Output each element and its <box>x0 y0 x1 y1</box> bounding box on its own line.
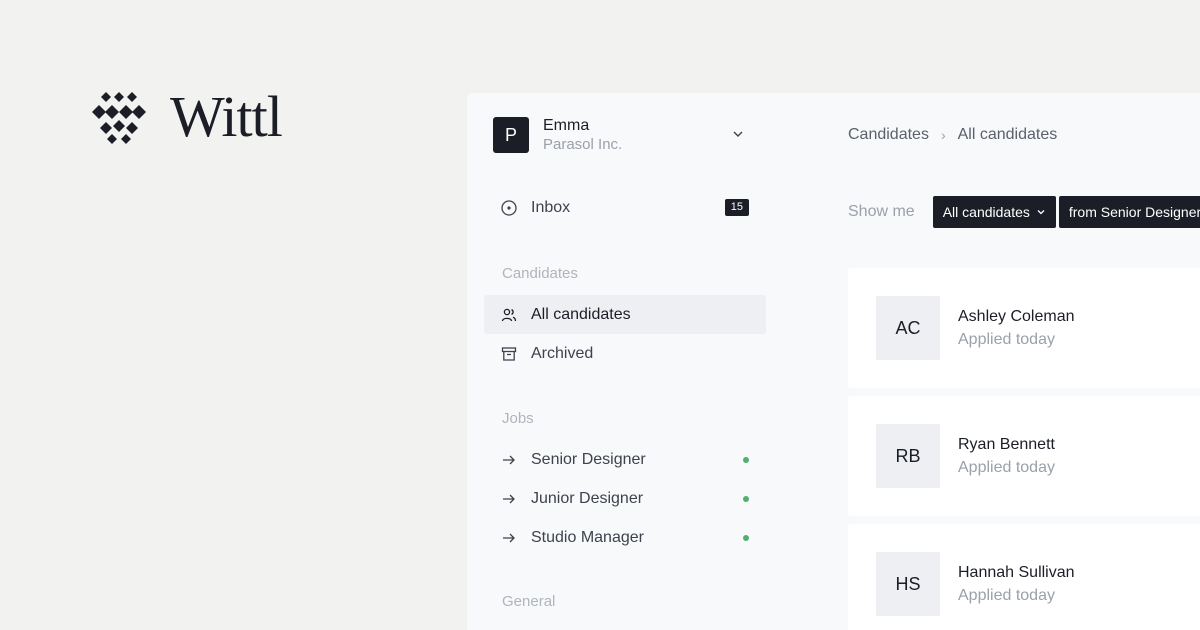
breadcrumb-candidates[interactable]: Candidates <box>848 126 929 144</box>
brand-logo: Wittl <box>92 84 283 149</box>
arrow-right-icon <box>503 494 515 503</box>
brand-wordmark: Wittl <box>170 84 283 149</box>
sidebar-item-label: Archived <box>531 344 594 362</box>
sidebar-item-inbox[interactable]: Inbox 15 <box>484 188 766 227</box>
archive-icon <box>501 346 517 361</box>
candidate-name: Ryan Bennett <box>958 436 1055 453</box>
chevron-down-icon <box>733 131 743 137</box>
candidate-card[interactable]: HS Hannah Sullivan Applied today <box>848 524 1200 630</box>
sidebar-item-label: All candidates <box>531 305 631 323</box>
candidate-status: Applied today <box>958 331 1055 348</box>
main-content: Candidates › All candidates Show me All … <box>848 93 1200 630</box>
sidebar-item-label: Studio Manager <box>531 528 644 546</box>
avatar: AC <box>876 296 940 360</box>
candidate-status: Applied today <box>958 587 1055 604</box>
candidate-status: Applied today <box>958 459 1055 476</box>
section-label-jobs: Jobs <box>502 410 534 427</box>
job-status-dot <box>743 535 749 541</box>
sidebar-item-label: Junior Designer <box>531 489 644 507</box>
avatar: HS <box>876 552 940 616</box>
filter-chip-scope[interactable]: All candidates <box>932 196 1056 228</box>
candidate-card[interactable]: RB Ryan Bennett Applied today <box>848 396 1200 516</box>
workspace-avatar: P <box>493 117 529 153</box>
org-name: Parasol Inc. <box>543 136 623 153</box>
sidebar-item-label: Senior Designer <box>531 450 646 468</box>
breadcrumb-all-candidates: All candidates <box>957 126 1058 143</box>
diamond-cluster-icon <box>92 92 146 144</box>
avatar: RB <box>876 424 940 488</box>
section-label-candidates: Candidates <box>502 265 578 282</box>
sidebar-item-label: Inbox <box>531 198 571 216</box>
filter-bar: Show me All candidates from Senior Desig… <box>848 196 1200 228</box>
chevron-down-icon <box>1037 210 1045 215</box>
workspace-switcher[interactable]: P Emma Parasol Inc. <box>493 116 753 154</box>
candidate-name: Hannah Sullivan <box>958 564 1075 581</box>
arrow-right-icon <box>503 533 515 542</box>
candidate-list: AC Ashley Coleman Applied today RB Ryan … <box>848 268 1200 630</box>
breadcrumb: Candidates › All candidates <box>848 126 1057 144</box>
filter-chip-job[interactable]: from Senior Designer <box>1058 196 1200 228</box>
sidebar: P Emma Parasol Inc. Inbox 15 Candidates <box>467 93 767 630</box>
candidate-name: Ashley Coleman <box>958 308 1075 325</box>
sidebar-item-archived[interactable]: Archived <box>484 334 766 373</box>
inbox-count-badge: 15 <box>724 199 749 216</box>
arrow-right-icon <box>503 455 515 464</box>
user-name: Emma <box>543 117 590 134</box>
sidebar-item-junior-designer[interactable]: Junior Designer <box>484 479 766 518</box>
sidebar-item-studio-manager[interactable]: Studio Manager <box>484 518 766 557</box>
filter-chip-label: from Senior Designer <box>1068 204 1200 220</box>
job-status-dot <box>743 496 749 502</box>
filter-chip-label: All candidates <box>942 204 1030 220</box>
job-status-dot <box>743 457 749 463</box>
candidate-card[interactable]: AC Ashley Coleman Applied today <box>848 268 1200 388</box>
inbox-icon <box>501 199 517 216</box>
sidebar-item-all-candidates[interactable]: All candidates <box>484 295 766 334</box>
filter-label: Show me <box>848 203 915 220</box>
app-window: P Emma Parasol Inc. Inbox 15 Candidates <box>467 93 1200 630</box>
users-icon <box>501 308 517 321</box>
chevron-right-icon: › <box>940 127 946 143</box>
sidebar-item-senior-designer[interactable]: Senior Designer <box>484 440 766 479</box>
section-label-general: General <box>502 593 556 610</box>
